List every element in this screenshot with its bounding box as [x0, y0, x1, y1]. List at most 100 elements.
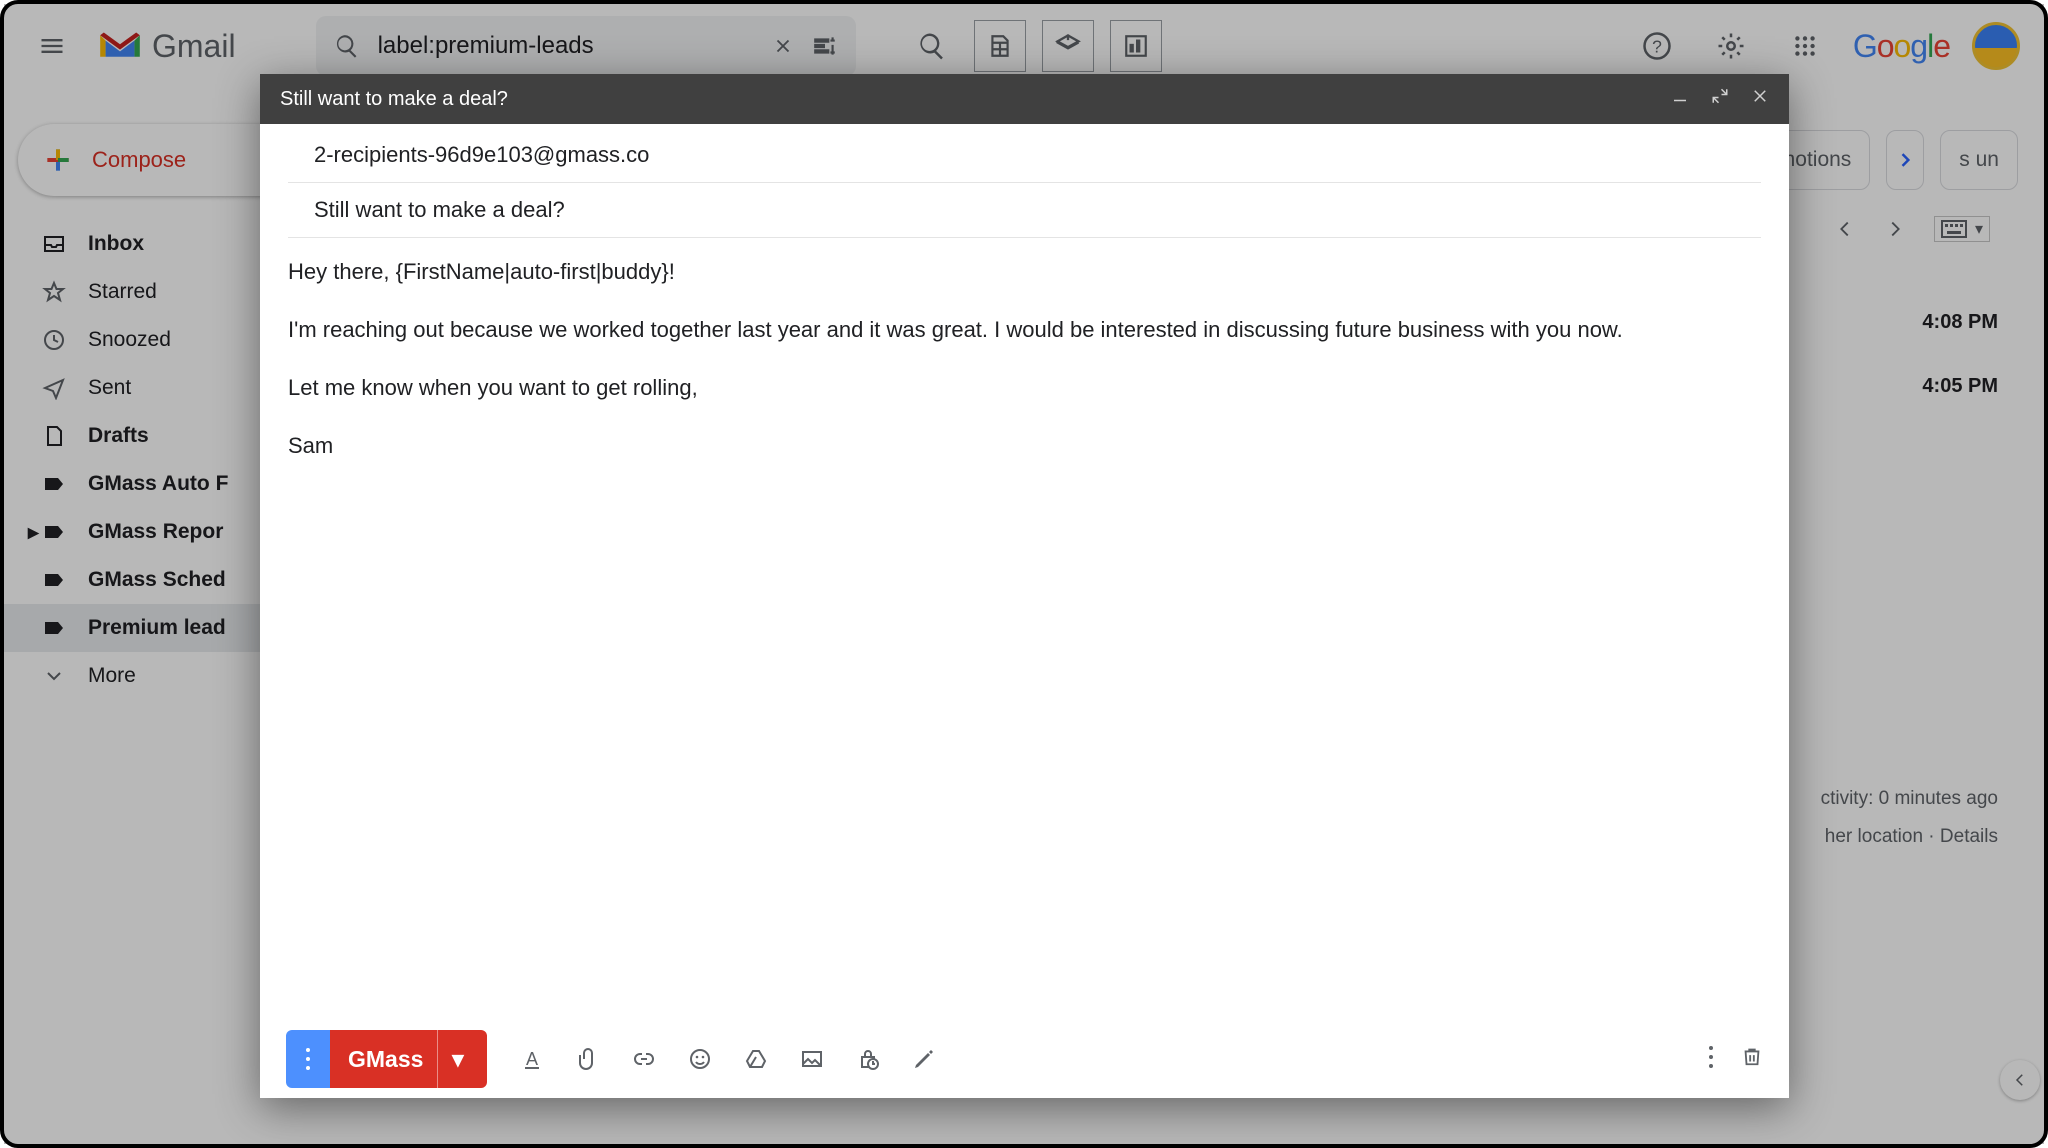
search-input-value: label:premium-leads	[378, 32, 754, 60]
older-button[interactable]	[1884, 218, 1906, 240]
settings-button[interactable]	[1705, 20, 1757, 72]
insert-photo-button[interactable]	[795, 1042, 829, 1076]
attach-button[interactable]	[571, 1042, 605, 1076]
gmass-sheets-button[interactable]	[974, 20, 1026, 72]
insert-drive-button[interactable]	[739, 1042, 773, 1076]
minimize-button[interactable]	[1671, 87, 1689, 111]
close-icon	[1751, 87, 1769, 105]
clear-search-icon[interactable]	[772, 35, 794, 57]
paperclip-icon	[576, 1047, 600, 1071]
nav-label: Premium lead	[88, 616, 226, 640]
compose-label: Compose	[92, 147, 186, 173]
tab-scroll-right[interactable]	[1886, 130, 1924, 190]
label-icon	[42, 472, 66, 496]
compose-title: Still want to make a deal?	[280, 88, 508, 111]
star-icon	[42, 280, 66, 304]
gmass-settings-button[interactable]	[1110, 20, 1162, 72]
gmass-reports-button[interactable]	[1042, 20, 1094, 72]
popin-button[interactable]	[1711, 87, 1729, 111]
gmass-send-button[interactable]: GMass ▾	[330, 1030, 487, 1088]
hamburger-icon	[38, 32, 66, 60]
google-logo[interactable]: Google	[1853, 28, 1950, 65]
gmail-logo[interactable]: Gmail	[96, 28, 236, 65]
time-row-1: 4:08 PM	[1922, 290, 1998, 354]
expand-caret-icon[interactable]: ▸	[28, 520, 39, 545]
gmass-label: GMass	[348, 1046, 423, 1073]
drafts-icon	[42, 424, 66, 448]
activity-text: ctivity: 0 minutes ago	[1821, 780, 1998, 818]
compose-toolbar: GMass ▾ A	[260, 1020, 1789, 1098]
recipients-field[interactable]: 2-recipients-96d9e103@gmass.co	[288, 128, 1761, 183]
discard-draft-button[interactable]	[1741, 1044, 1763, 1075]
keyboard-icon	[1941, 220, 1967, 238]
nav-label: GMass Sched	[88, 568, 226, 592]
nav-label: GMass Repor	[88, 520, 223, 544]
chevron-left-icon	[2011, 1071, 2029, 1089]
pen-icon	[912, 1047, 936, 1071]
body-line-2: I'm reaching out because we worked toget…	[288, 314, 1761, 346]
gmass-search-button[interactable]	[906, 20, 958, 72]
location-text: her location · Details	[1821, 818, 1998, 856]
minimize-icon	[1671, 87, 1689, 105]
nav-label: Sent	[88, 376, 131, 400]
nav-label: Snoozed	[88, 328, 171, 352]
body-line-3: Let me know when you want to get rolling…	[288, 372, 1761, 404]
vertical-dots-icon	[304, 1046, 312, 1072]
pagination-controls: ▾	[1834, 216, 1990, 242]
message-timestamps: 4:08 PM 4:05 PM	[1922, 290, 1998, 418]
dropdown-caret-icon: ▾	[1975, 219, 1983, 239]
close-button[interactable]	[1751, 87, 1769, 111]
nav-label: Starred	[88, 280, 157, 304]
insert-signature-button[interactable]	[907, 1042, 941, 1076]
label-icon	[42, 520, 66, 544]
nav-label: More	[88, 664, 136, 688]
gmail-icon	[96, 28, 144, 64]
lock-clock-icon	[856, 1047, 880, 1071]
search-box[interactable]: label:premium-leads	[316, 16, 856, 76]
search-icon	[334, 33, 360, 59]
more-options-button[interactable]	[1707, 1044, 1715, 1075]
category-tabs-partial: motions s un	[1759, 130, 2018, 190]
confidential-mode-button[interactable]	[851, 1042, 885, 1076]
gmass-dropdown-button[interactable]: ▾	[437, 1030, 477, 1088]
insert-link-button[interactable]	[627, 1042, 661, 1076]
gmass-menu-button[interactable]	[286, 1030, 330, 1088]
subject-field[interactable]: Still want to make a deal?	[288, 183, 1761, 238]
account-avatar[interactable]	[1972, 22, 2020, 70]
insert-emoji-button[interactable]	[683, 1042, 717, 1076]
formatting-toolbar: A	[515, 1042, 941, 1076]
label-icon	[42, 616, 66, 640]
emoji-icon	[688, 1047, 712, 1071]
chevron-down-icon	[42, 664, 66, 688]
support-button[interactable]: ?	[1631, 20, 1683, 72]
label-icon	[42, 568, 66, 592]
search-options-icon[interactable]	[812, 33, 838, 59]
help-icon: ?	[1642, 31, 1672, 61]
exit-fullscreen-icon	[1711, 87, 1729, 105]
inbox-icon	[42, 232, 66, 256]
nav-label: Inbox	[88, 232, 144, 256]
input-tool-selector[interactable]: ▾	[1934, 216, 1990, 242]
side-panel-toggle[interactable]	[2000, 1060, 2040, 1100]
nav-label: GMass Auto F	[88, 472, 228, 496]
gmass-send-group: GMass ▾	[286, 1030, 487, 1088]
message-body[interactable]: Hey there, {FirstName|auto-first|buddy}!…	[260, 238, 1789, 1020]
apps-grid-icon	[1792, 33, 1818, 59]
drive-icon	[744, 1047, 768, 1071]
sent-icon	[42, 376, 66, 400]
tab-partial[interactable]: s un	[1940, 130, 2018, 190]
svg-text:A: A	[526, 1049, 538, 1069]
compose-titlebar[interactable]: Still want to make a deal?	[260, 74, 1789, 124]
formatting-button[interactable]: A	[515, 1042, 549, 1076]
newer-button[interactable]	[1834, 218, 1856, 240]
trash-icon	[1741, 1044, 1763, 1068]
main-menu-button[interactable]	[28, 22, 76, 70]
gmail-wordmark: Gmail	[152, 28, 236, 65]
gear-icon	[1716, 31, 1746, 61]
clock-icon	[42, 328, 66, 352]
gmass-extension-icons	[906, 20, 1162, 72]
chevron-right-icon	[1895, 150, 1915, 170]
compose-window: Still want to make a deal? 2-recipients-…	[260, 74, 1789, 1098]
link-icon	[631, 1047, 657, 1071]
google-apps-button[interactable]	[1779, 20, 1831, 72]
